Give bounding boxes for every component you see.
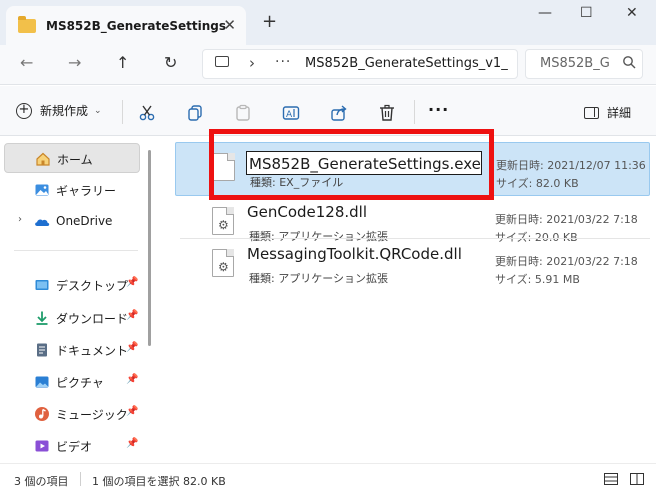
search-box[interactable]: MS852B_G [525,49,643,79]
sidebar-item-onedrive[interactable]: › OneDrive [4,207,140,237]
file-name: GenCode128.dll [247,203,368,221]
selection-info: 1 個の項目を選択 82.0 KB [92,475,226,488]
title-bar: MS852B_GenerateSettings_v1_ ✕ + — ☐ ✕ [0,0,656,45]
minimize-button[interactable]: — [538,5,552,21]
navigation-bar: ← → ↑ ↻ › ··· MS852B_GenerateSettings_v1… [0,45,656,85]
sidebar-item-music[interactable]: ミュージック 📌 [4,399,140,429]
back-button[interactable]: ← [20,53,33,72]
tiles-view-icon[interactable] [630,473,644,485]
sidebar-item-label: ギャラリー [56,184,117,198]
new-button-label: 新規作成 [40,104,89,118]
file-modified-date: 更新日時: 2021/03/22 7:18 [495,255,638,268]
gear-icon: ⚙ [218,218,229,232]
pin-icon[interactable]: 📌 [126,342,138,353]
share-button[interactable] [328,102,350,124]
home-icon [35,151,51,167]
tab-title: MS852B_GenerateSettings_v1_ [46,18,226,33]
sidebar-item-label: OneDrive [56,214,113,228]
highlight-annotation-box [209,129,494,200]
divider [80,472,81,486]
status-bar: 3 個の項目 1 個の項目を選択 82.0 KB [0,463,656,492]
music-icon [34,406,50,422]
navigation-pane: ホーム ギャラリー › OneDrive デスクトップ 📌 ダウンロード 📌 ド… [0,137,148,463]
pin-icon[interactable]: 📌 [126,406,138,417]
download-icon [34,310,50,326]
onedrive-icon [34,214,50,230]
close-window-button[interactable]: ✕ [626,5,638,21]
details-pane-button[interactable]: 詳細 [584,104,631,121]
breadcrumb-overflow-button[interactable]: ··· [275,54,291,70]
sidebar-item-pictures[interactable]: ピクチャ 📌 [4,367,140,397]
details-view-icon[interactable] [604,473,618,485]
plus-icon: + [16,102,32,119]
sidebar-item-label: ピクチャ [56,376,104,390]
more-options-button[interactable]: ··· [428,100,449,119]
sidebar-item-label: ミュージック [56,408,128,422]
refresh-button[interactable]: ↻ [164,53,177,72]
new-tab-button[interactable]: + [262,11,277,32]
paste-button[interactable] [232,102,254,124]
new-button[interactable]: + 新規作成 ⌄ [16,102,102,119]
delete-button[interactable] [376,102,398,124]
pictures-icon [34,374,50,390]
rename-button[interactable]: A [280,102,302,124]
sidebar-item-label: デスクトップ [56,279,129,293]
address-bar[interactable]: › ··· MS852B_GenerateSettings_v1_ [202,49,518,79]
copy-button[interactable] [184,102,206,124]
details-label: 詳細 [607,106,632,120]
up-button[interactable]: ↑ [116,53,129,72]
pin-icon[interactable]: 📌 [126,374,138,385]
tab-close-button[interactable]: ✕ [223,16,236,34]
dll-file-icon: ⚙ [212,207,234,235]
details-pane-icon [584,106,599,119]
breadcrumb-chevron-icon[interactable]: › [249,54,255,72]
video-icon [34,438,50,454]
sidebar-item-label: ホーム [57,153,93,167]
sidebar-item-gallery[interactable]: ギャラリー [4,175,140,205]
search-icon [622,55,636,73]
sidebar-item-documents[interactable]: ドキュメント 📌 [4,335,140,365]
sidebar-scrollbar[interactable] [148,150,151,346]
pin-icon[interactable]: 📌 [126,438,138,449]
file-modified-date: 更新日時: 2021/12/07 11:36 [496,159,646,172]
sidebar-item-downloads[interactable]: ダウンロード 📌 [4,303,140,333]
folder-icon [18,15,36,33]
gallery-icon [34,182,50,198]
documents-icon [34,342,50,358]
tab-active[interactable]: MS852B_GenerateSettings_v1_ ✕ [6,6,246,45]
chevron-down-icon: ⌄ [94,105,102,116]
breadcrumb-path[interactable]: MS852B_GenerateSettings_v1_ [305,56,517,71]
cut-button[interactable] [136,102,158,124]
item-count: 3 個の項目 [14,475,69,488]
dll-file-icon: ⚙ [212,249,234,277]
sidebar-item-videos[interactable]: ビデオ 📌 [4,431,140,461]
sidebar-item-label: ビデオ [56,440,93,454]
pin-icon[interactable]: 📌 [126,277,138,288]
file-name: MessagingToolkit.QRCode.dll [247,245,462,263]
sidebar-item-home[interactable]: ホーム [4,143,140,173]
forward-button[interactable]: → [68,53,81,72]
sidebar-item-label: ダウンロード [56,312,129,326]
divider [122,100,123,124]
pin-icon[interactable]: 📌 [126,310,138,321]
expand-chevron-icon[interactable]: › [18,214,22,225]
file-row[interactable]: ⚙ MessagingToolkit.QRCode.dll 種類: アプリケーシ… [175,239,650,293]
sidebar-item-desktop[interactable]: デスクトップ 📌 [4,270,140,300]
desktop-icon [34,277,50,293]
search-input[interactable]: MS852B_G [540,56,614,71]
sidebar-item-label: ドキュメント [56,344,129,358]
file-size: サイズ: 5.91 MB [495,273,580,286]
svg-text:A: A [286,110,293,120]
computer-icon [215,56,229,67]
file-modified-date: 更新日時: 2021/03/22 7:18 [495,213,638,226]
gear-icon: ⚙ [218,260,229,274]
file-size: サイズ: 82.0 KB [496,177,579,190]
divider [414,100,415,124]
file-type: 種類: アプリケーション拡張 [249,272,388,285]
sidebar-divider [14,250,138,251]
maximize-button[interactable]: ☐ [580,5,593,21]
